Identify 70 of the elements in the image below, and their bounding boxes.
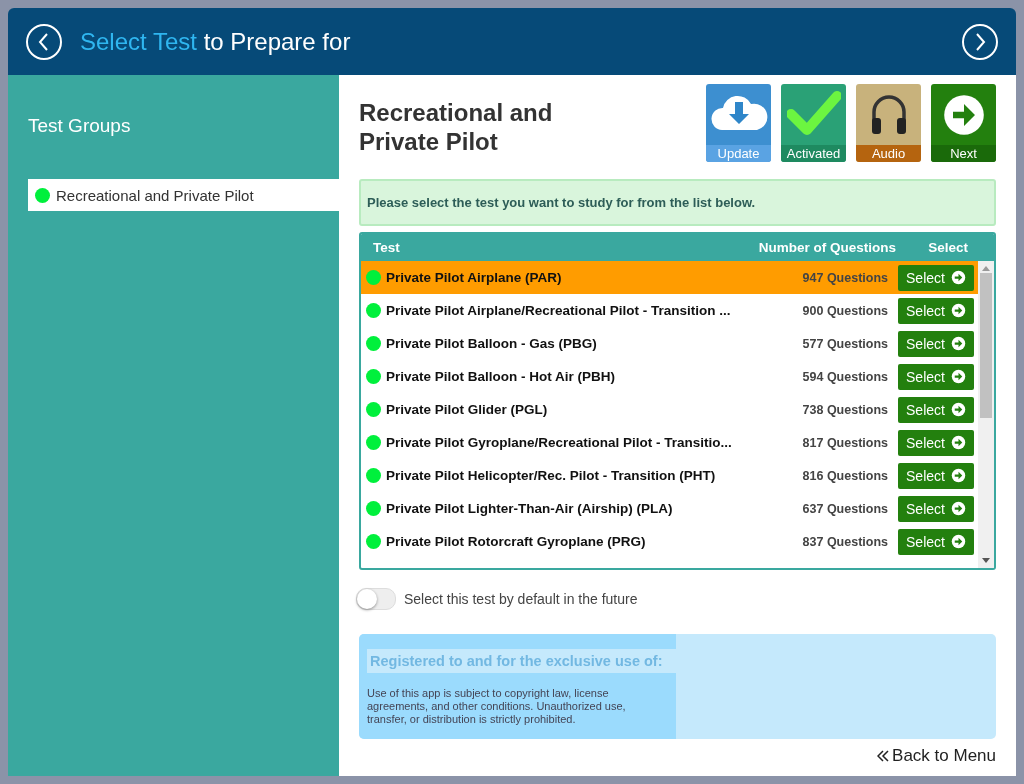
select-button[interactable]: Select bbox=[898, 264, 974, 291]
status-dot bbox=[366, 369, 381, 384]
question-count: 816 Questions bbox=[801, 468, 888, 483]
scroll-down-icon[interactable] bbox=[982, 558, 990, 564]
toggle-label: Select this test by default in the future bbox=[404, 591, 638, 607]
arrow-right-circle-icon bbox=[950, 270, 966, 285]
status-dot bbox=[366, 336, 381, 351]
question-count: 637 Questions bbox=[801, 501, 888, 516]
status-dot bbox=[366, 435, 381, 450]
scrollbar[interactable] bbox=[978, 261, 994, 568]
question-count: 594 Questions bbox=[801, 369, 888, 384]
registration-heading: Registered to and for the exclusive use of: bbox=[367, 649, 676, 673]
select-button[interactable]: Select bbox=[898, 462, 974, 489]
status-dot bbox=[35, 187, 50, 203]
question-count: 947 Questions bbox=[801, 270, 888, 285]
arrow-right-circle-icon bbox=[950, 303, 966, 318]
question-count: 577 Questions bbox=[801, 336, 888, 351]
arrow-right-circle-icon bbox=[941, 93, 986, 137]
status-dot bbox=[366, 534, 381, 549]
window-title: Select Test to Prepare for bbox=[80, 27, 352, 56]
next-button[interactable]: Next bbox=[931, 84, 996, 162]
status-dot bbox=[366, 468, 381, 483]
back-to-menu-link[interactable]: Back to Menu bbox=[877, 746, 996, 766]
select-button[interactable]: Select bbox=[898, 363, 974, 390]
test-name: Private Pilot Glider (PGL) bbox=[386, 402, 549, 417]
double-chevron-left-icon bbox=[877, 750, 890, 762]
arrow-right-circle-icon bbox=[950, 534, 966, 549]
audio-button[interactable]: Audio bbox=[856, 84, 921, 162]
toggle-switch[interactable] bbox=[356, 588, 396, 610]
back-button[interactable] bbox=[26, 23, 62, 60]
select-button[interactable]: Select bbox=[898, 528, 974, 555]
status-dot bbox=[366, 303, 381, 318]
test-row[interactable]: Private Pilot Airplane (PAR) 947 Questions Select bbox=[361, 261, 978, 294]
instruction-text: Please select the test you want to study for from the list below. bbox=[359, 179, 996, 226]
checkmark-icon bbox=[786, 90, 841, 138]
test-name: Private Pilot Helicopter/Rec. Pilot - Transition (PHT) bbox=[386, 468, 717, 483]
test-name: Private Pilot Balloon - Gas (PBG) bbox=[386, 336, 598, 351]
select-button[interactable]: Select bbox=[898, 330, 974, 357]
test-name: Private Pilot Balloon - Hot Air (PBH) bbox=[386, 369, 616, 384]
question-count: 837 Questions bbox=[801, 534, 888, 549]
column-header: Number of Questions bbox=[757, 240, 896, 255]
test-name: Private Pilot Rotorcraft Gyroplane (PRG) bbox=[386, 534, 647, 549]
column-header: Select bbox=[927, 240, 968, 255]
activated-button[interactable]: Activated bbox=[781, 84, 846, 162]
arrow-right-circle-icon bbox=[950, 501, 966, 516]
test-name: Private Pilot Gyroplane/Recreational Pilot - Transitio... bbox=[386, 435, 733, 450]
test-name: Private Pilot Airplane/Recreational Pilot - Transition ... bbox=[386, 303, 732, 318]
test-name: Private Pilot Airplane (PAR) bbox=[386, 270, 563, 285]
select-button[interactable]: Select bbox=[898, 495, 974, 522]
sidebar-title: Test Groups bbox=[27, 115, 132, 137]
copyright-notice: Use of this app is subject to copyright law, license agreements, and other conditions. Unauthorized use, transfer, or distribution is strictly prohibited. bbox=[367, 687, 627, 726]
status-dot bbox=[366, 270, 381, 285]
status-dot bbox=[366, 501, 381, 516]
forward-button[interactable] bbox=[962, 23, 998, 60]
select-button[interactable]: Select bbox=[898, 396, 974, 423]
question-count: 817 Questions bbox=[801, 435, 888, 450]
group-title: Recreational and Private Pilot bbox=[359, 98, 554, 156]
arrow-right-circle-icon bbox=[950, 435, 966, 450]
test-name: Private Pilot Lighter-Than-Air (Airship) (PLA) bbox=[386, 501, 674, 516]
select-button[interactable]: Select bbox=[898, 429, 974, 456]
question-count: 900 Questions bbox=[801, 303, 888, 318]
arrow-right-circle-icon bbox=[950, 369, 966, 384]
arrow-right-circle-icon bbox=[950, 468, 966, 483]
arrow-right-circle-icon bbox=[950, 336, 966, 351]
arrow-right-circle-icon bbox=[950, 402, 966, 417]
question-count: 738 Questions bbox=[801, 402, 888, 417]
select-button[interactable]: Select bbox=[898, 297, 974, 324]
status-dot bbox=[366, 402, 381, 417]
sidebar-item[interactable]: Recreational and Private Pilot bbox=[28, 179, 339, 211]
column-header: Test bbox=[373, 240, 401, 255]
